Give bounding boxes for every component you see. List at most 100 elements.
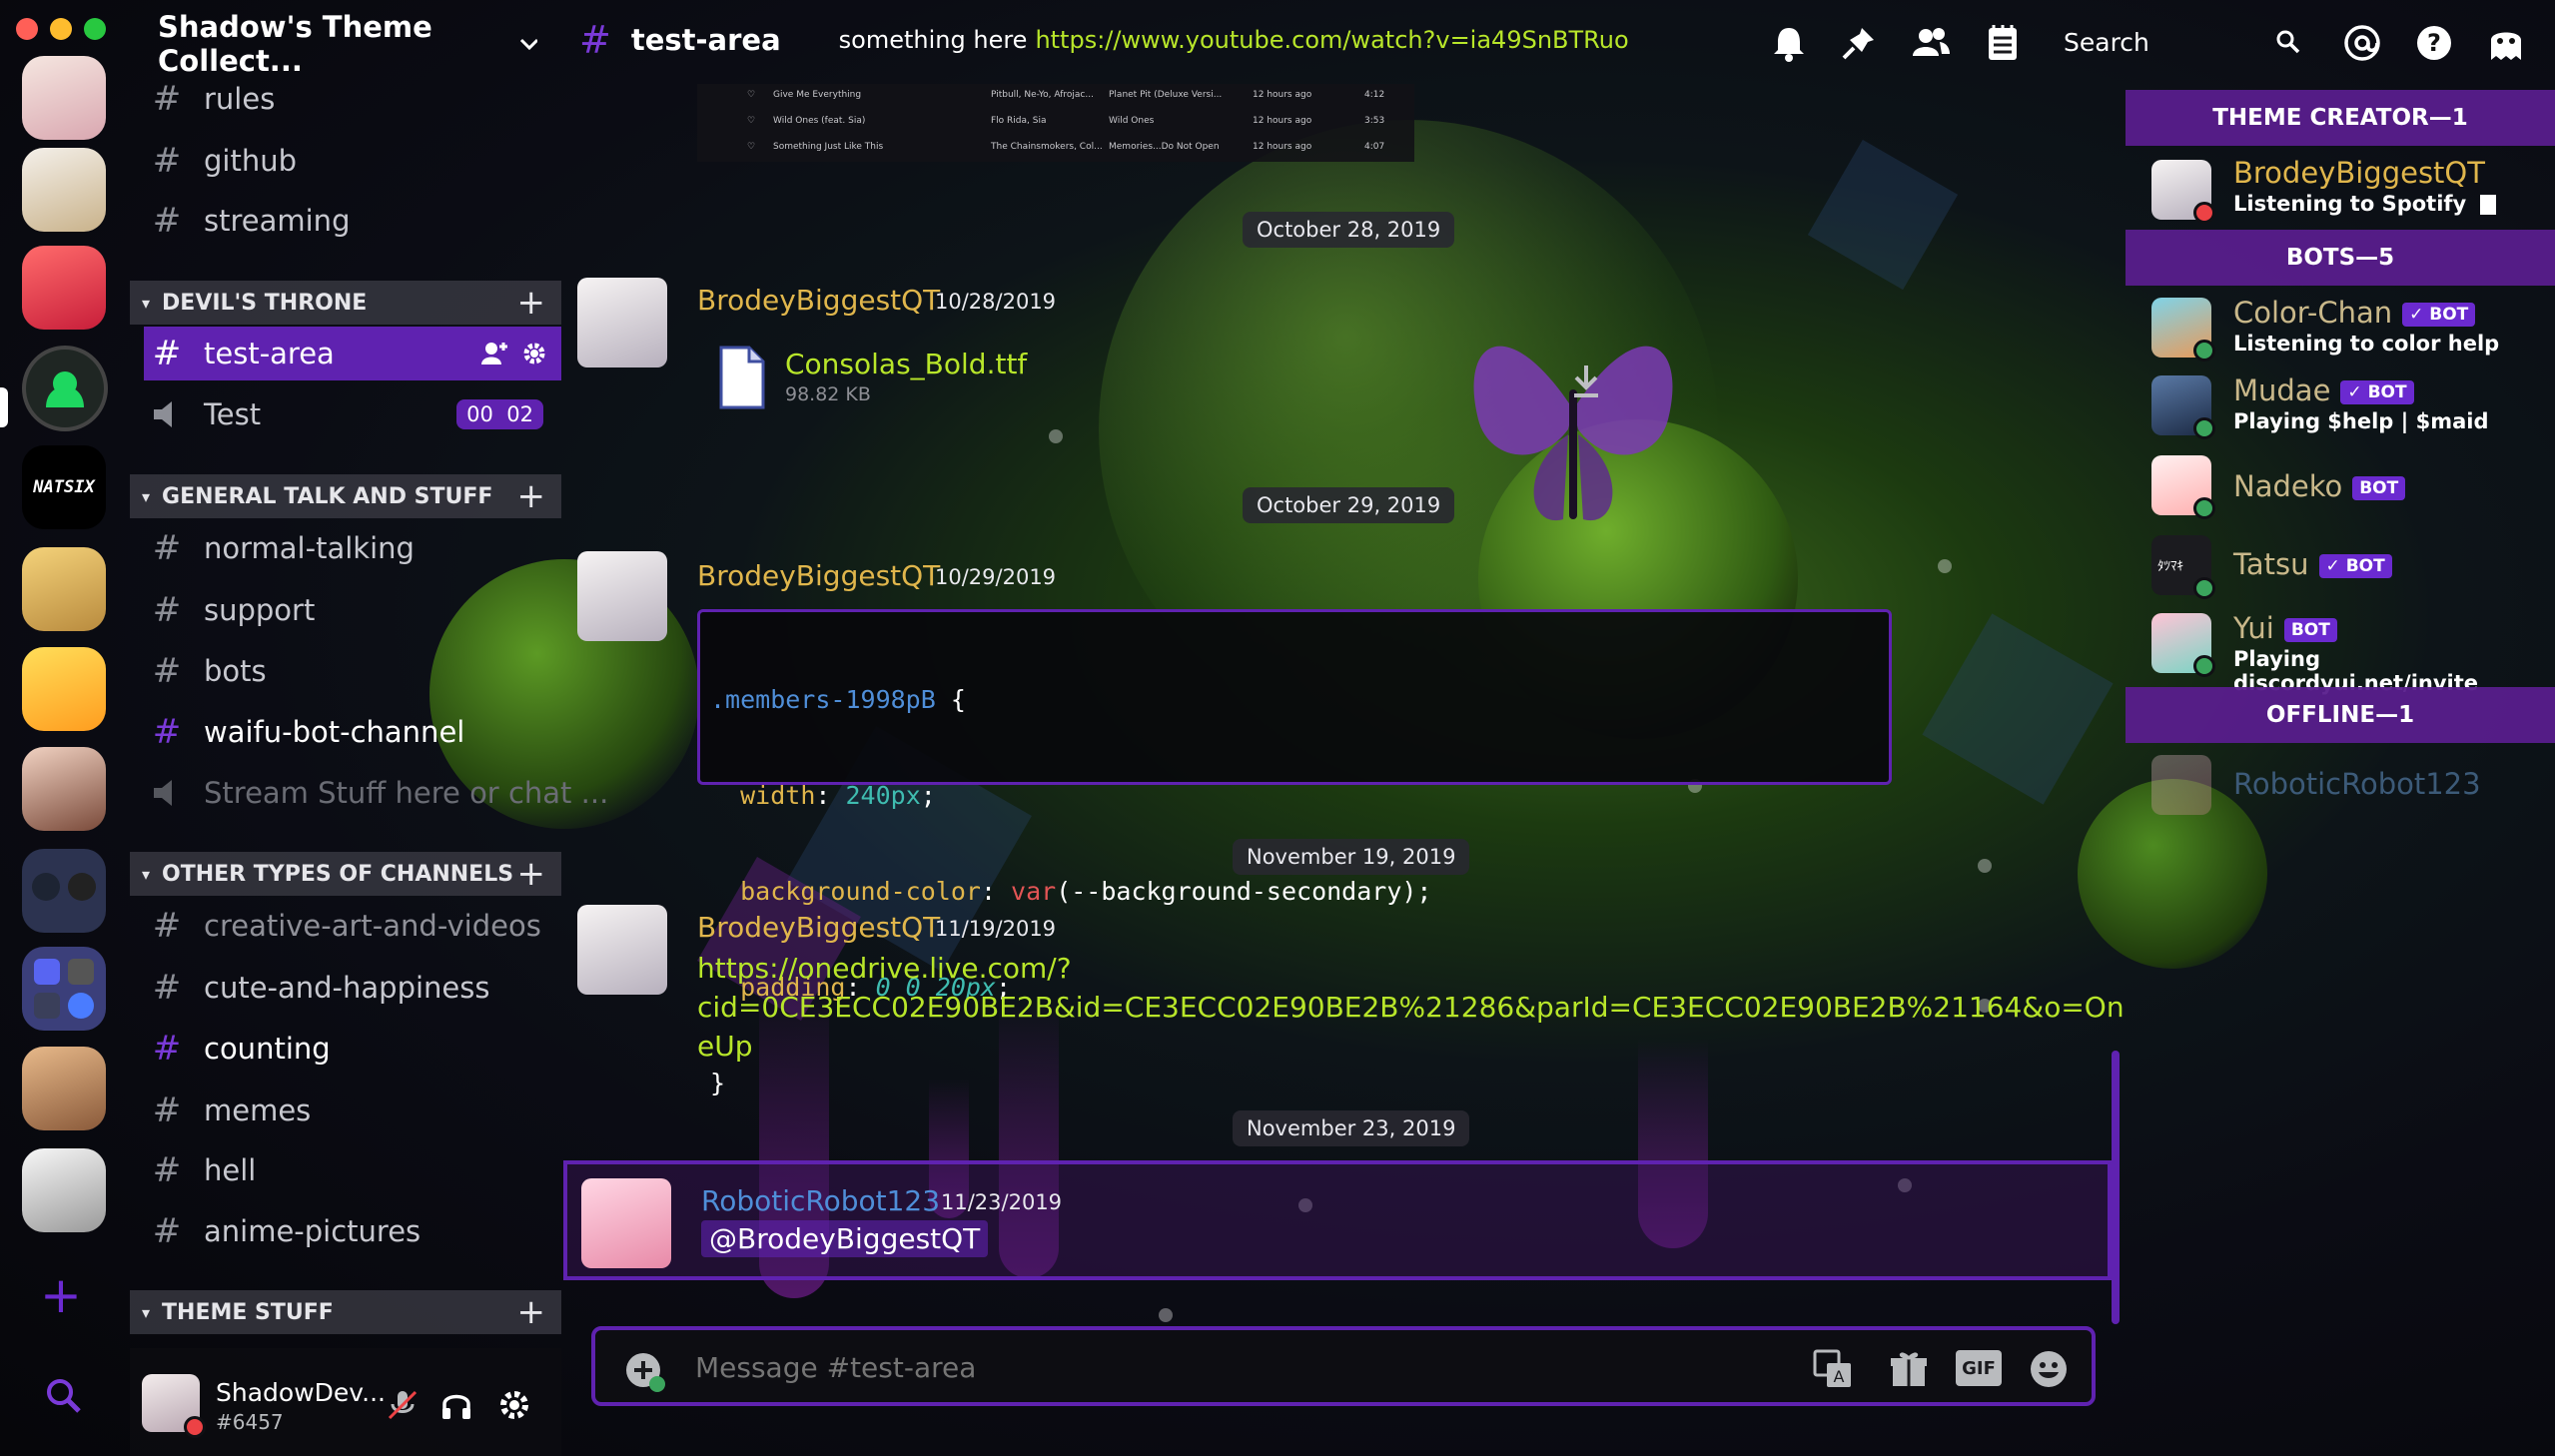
member-name[interactable]: RoboticRobot123 [2233, 767, 2481, 801]
category-label: DEVIL'S THRONE [162, 290, 368, 316]
ghost-icon[interactable] [2485, 22, 2527, 64]
upload-plus-icon[interactable] [623, 1350, 667, 1394]
gift-icon[interactable] [1888, 1348, 1930, 1390]
message-author[interactable]: BrodeyBiggestQT [697, 284, 940, 317]
channel-github[interactable]: # github [144, 134, 297, 188]
add-channel-icon[interactable]: + [517, 854, 546, 894]
voice-channel-stream[interactable]: Stream Stuff here or chat ... [144, 766, 608, 820]
cell: Planet Pit (Deluxe Versi... [1109, 90, 1223, 100]
category-other-types[interactable]: ▾ OTHER TYPES OF CHANNELS + [130, 852, 561, 896]
server-icon-3[interactable] [22, 246, 106, 330]
messages-scrollbar[interactable] [2112, 1051, 2120, 1324]
settings-gear-icon[interactable] [497, 1388, 531, 1422]
add-channel-icon[interactable]: + [517, 1292, 546, 1332]
search-bar[interactable]: Search [2050, 18, 2307, 66]
channel-label: test-area [204, 337, 335, 370]
heart-icon[interactable]: ♡ [747, 116, 755, 126]
pin-icon[interactable] [1838, 22, 1880, 64]
server-header[interactable]: Shadow's Theme Collect... [158, 10, 537, 78]
category-devils-throne[interactable]: ▾ DEVIL'S THRONE + [130, 281, 561, 325]
heart-icon[interactable]: ♡ [747, 142, 755, 152]
message-input[interactable] [693, 1344, 1746, 1390]
avatar[interactable] [2151, 755, 2211, 815]
online-status-icon [2193, 655, 2215, 677]
notification-bell-icon[interactable] [1768, 22, 1810, 64]
server-icon-2[interactable] [22, 148, 106, 232]
member-list-icon[interactable] [1910, 22, 1952, 64]
download-icon[interactable] [1566, 362, 1606, 401]
close-window-button[interactable] [16, 18, 38, 40]
avatar[interactable] [577, 278, 667, 367]
header-topic-link[interactable]: https://www.youtube.com/watch?v=ia49SnBT… [1035, 26, 1628, 54]
server-folder-2[interactable] [22, 947, 106, 1031]
channel-normal-talking[interactable]: # normal-talking [144, 521, 415, 575]
notes-icon[interactable] [1982, 22, 2024, 64]
voice-channel-test[interactable]: Test 00 02 [144, 387, 543, 441]
css-arg: (--background-secondary); [1056, 877, 1432, 906]
member-name-text: Nadeko [2233, 469, 2343, 503]
discover-search-icon[interactable] [44, 1376, 84, 1416]
server-icon-11[interactable] [22, 1047, 106, 1130]
member-name[interactable]: Color-Chan ✓ BOT [2233, 296, 2476, 330]
channel-anime-pictures[interactable]: # anime-pictures [144, 1204, 421, 1258]
heart-icon[interactable]: ♡ [747, 90, 755, 100]
member-name[interactable]: Tatsu ✓ BOT [2233, 547, 2392, 581]
server-icon-shadow[interactable] [22, 346, 108, 431]
avatar[interactable] [577, 905, 667, 995]
add-channel-icon[interactable]: + [517, 476, 546, 516]
server-icon-12[interactable] [22, 1148, 106, 1232]
server-icon-7[interactable] [22, 647, 106, 731]
bot-badge: ✓ BOT [2402, 303, 2476, 327]
file-name[interactable]: Consolas_Bold.ttf [785, 348, 1027, 380]
maximize-window-button[interactable] [84, 18, 106, 40]
message-author[interactable]: BrodeyBiggestQT [697, 559, 940, 592]
member-name[interactable]: Nadeko BOT [2233, 469, 2406, 503]
invite-icon[interactable] [479, 339, 509, 368]
channel-support[interactable]: # support [144, 583, 316, 637]
channel-streaming[interactable]: # streaming [144, 194, 351, 248]
minimize-window-button[interactable] [50, 18, 72, 40]
avatar[interactable] [577, 551, 667, 641]
add-server-icon[interactable]: + [40, 1266, 82, 1324]
message-link[interactable]: https://onedrive.live.com/? cid=0CE3ECC0… [697, 949, 2125, 1066]
user-mention[interactable]: @BrodeyBiggestQT [701, 1220, 989, 1257]
member-name[interactable]: BrodeyBiggestQT [2233, 156, 2485, 190]
server-icon-1[interactable] [22, 56, 106, 140]
message-author[interactable]: BrodeyBiggestQT [697, 911, 940, 944]
member-name[interactable]: Mudae ✓ BOT [2233, 373, 2414, 407]
gif-button[interactable]: GIF [1956, 1350, 2002, 1386]
channel-rules[interactable]: # rules [144, 72, 276, 126]
channel-creative-art[interactable]: # creative-art-and-videos [144, 899, 541, 953]
channel-memes[interactable]: # memes [144, 1084, 312, 1137]
gear-icon[interactable] [521, 341, 547, 366]
translate-icon[interactable]: A [1812, 1348, 1854, 1390]
hash-icon: # [152, 968, 182, 1008]
channel-label: memes [204, 1093, 312, 1127]
voice-count-a: 00 [466, 402, 493, 426]
add-channel-icon[interactable]: + [517, 283, 546, 323]
emoji-icon[interactable] [2028, 1348, 2070, 1390]
avatar[interactable] [581, 1178, 671, 1268]
message-timestamp: 10/29/2019 [935, 565, 1057, 589]
member-group-bots: BOTS—5 [2126, 230, 2555, 286]
microphone-muted-icon[interactable] [386, 1388, 420, 1422]
hash-icon: # [152, 1211, 182, 1251]
server-icon-6[interactable] [22, 547, 106, 631]
mentions-icon[interactable] [2341, 22, 2383, 64]
server-icon-natsix[interactable]: NATSIX [22, 445, 106, 529]
channel-cute-and-happiness[interactable]: # cute-and-happiness [144, 961, 490, 1015]
help-icon[interactable]: ? [2413, 22, 2455, 64]
headphones-icon[interactable] [439, 1388, 473, 1422]
member-name[interactable]: Yui BOT [2233, 611, 2337, 645]
file-icon [719, 346, 765, 409]
channel-waifu-bot[interactable]: # waifu-bot-channel [144, 705, 465, 759]
category-general-talk[interactable]: ▾ GENERAL TALK AND STUFF + [130, 474, 561, 518]
channel-bots[interactable]: # bots [144, 644, 267, 698]
channel-test-area-selected[interactable]: # test-area [144, 327, 561, 380]
message-author[interactable]: RoboticRobot123 [701, 1184, 940, 1217]
server-folder-1[interactable] [22, 849, 106, 933]
channel-hell[interactable]: # hell [144, 1143, 257, 1197]
server-icon-8[interactable] [22, 747, 106, 831]
channel-counting[interactable]: # counting [144, 1022, 331, 1076]
category-theme-stuff[interactable]: ▾ THEME STUFF + [130, 1290, 561, 1334]
